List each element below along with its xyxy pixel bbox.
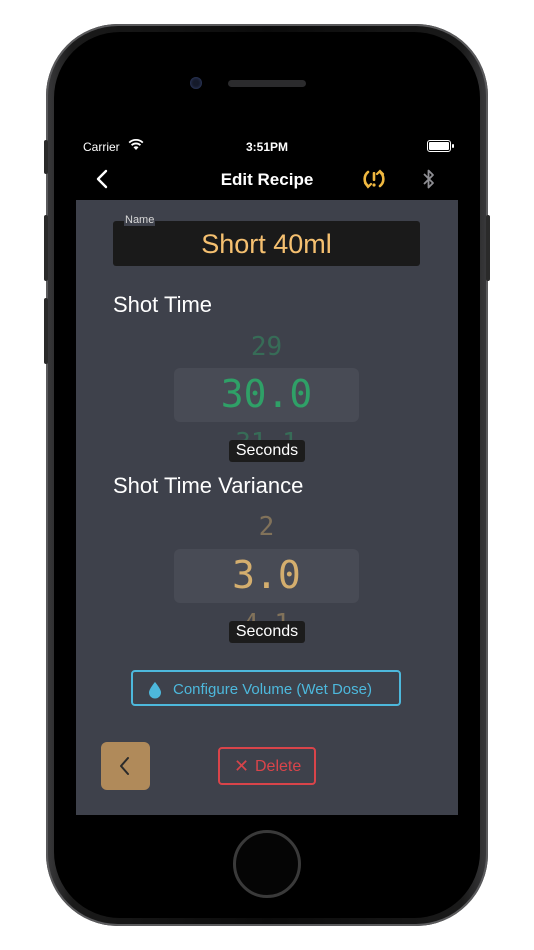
status-bar: Carrier 3:51PM bbox=[76, 134, 458, 158]
shot-time-title: Shot Time bbox=[113, 292, 213, 317]
variance-unit: Seconds bbox=[229, 621, 305, 643]
power-button bbox=[486, 215, 490, 281]
water-drop-icon bbox=[149, 682, 161, 699]
app-screen: Carrier 3:51PM Edit Recipe Short 40ml Na… bbox=[76, 134, 458, 815]
configure-volume-label: Configure Volume (Wet Dose) bbox=[173, 681, 372, 698]
delete-label: Delete bbox=[255, 758, 302, 775]
recipe-name-label: Name bbox=[124, 214, 156, 226]
navigation-bar: Edit Recipe bbox=[76, 160, 458, 200]
shot-time-current-value: 30.0 bbox=[220, 372, 313, 416]
mute-switch bbox=[44, 140, 48, 174]
page-title: Edit Recipe bbox=[220, 170, 314, 189]
volume-up-button bbox=[44, 215, 48, 281]
status-time: 3:51PM bbox=[245, 140, 289, 154]
sync-alert-icon[interactable] bbox=[360, 165, 388, 193]
variance-current-value: 3.0 bbox=[232, 553, 301, 597]
variance-prev-value: 2 bbox=[258, 512, 275, 542]
volume-down-button bbox=[44, 298, 48, 364]
battery-icon bbox=[427, 140, 454, 152]
back-button[interactable] bbox=[101, 742, 150, 790]
close-icon: ✕ bbox=[234, 756, 250, 776]
shot-time-variance-title: Shot Time Variance bbox=[113, 473, 304, 498]
configure-volume-button[interactable]: Configure Volume (Wet Dose) bbox=[131, 670, 401, 706]
delete-button[interactable]: ✕ Delete bbox=[218, 747, 316, 785]
chevron-left-icon bbox=[120, 757, 129, 775]
home-button[interactable] bbox=[233, 830, 301, 898]
bluetooth-icon[interactable] bbox=[420, 165, 438, 193]
front-camera bbox=[190, 77, 202, 89]
shot-time-prev-value: 29 bbox=[250, 332, 283, 362]
earpiece-speaker bbox=[228, 80, 306, 87]
recipe-name-value: Short 40ml bbox=[201, 229, 332, 259]
shot-time-unit: Seconds bbox=[229, 440, 305, 462]
recipe-name-field[interactable]: Short 40ml bbox=[113, 221, 420, 266]
